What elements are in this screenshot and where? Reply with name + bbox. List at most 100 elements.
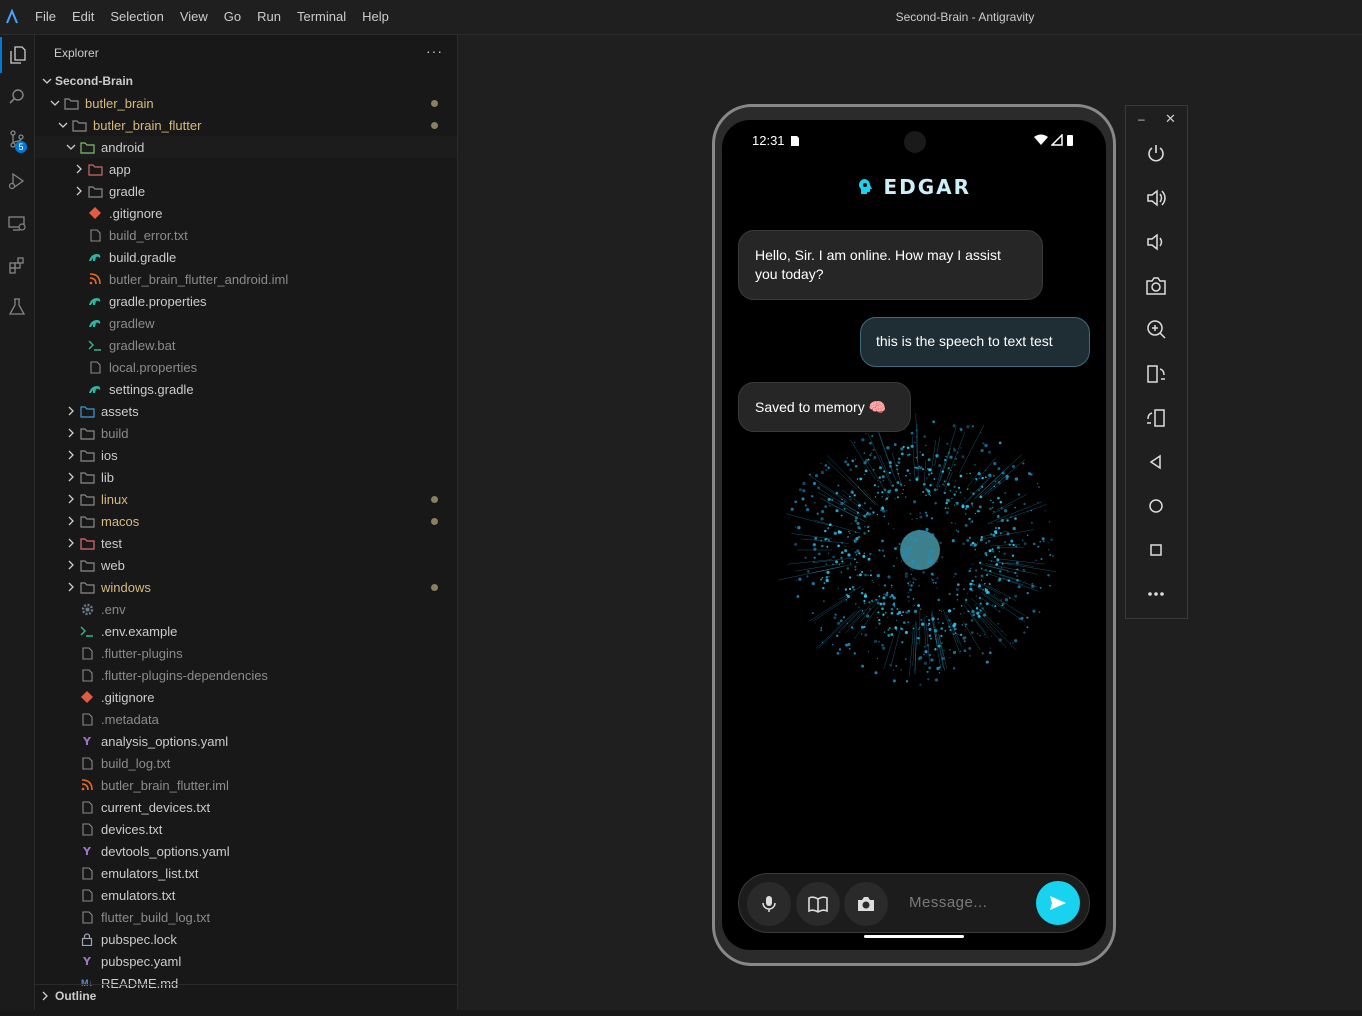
tree-file[interactable]: flutter_build_log.txt	[35, 906, 457, 928]
tree-spacer	[71, 205, 87, 221]
tree-folder[interactable]: linux	[35, 488, 457, 510]
rotate-left-button[interactable]	[1143, 361, 1169, 387]
tree-file[interactable]: pubspec.lock	[35, 928, 457, 950]
book-icon	[808, 895, 828, 913]
message-input[interactable]: Message...	[909, 894, 987, 911]
more-button[interactable]	[1143, 581, 1169, 607]
more-actions-icon[interactable]: ···	[426, 43, 443, 59]
activity-source-control[interactable]: 5	[0, 121, 34, 157]
activity-extensions[interactable]	[0, 247, 34, 283]
tree-spacer	[71, 337, 87, 353]
modified-indicator	[431, 122, 438, 129]
tree-file[interactable]: Yanalysis_options.yaml	[35, 730, 457, 752]
outline-section[interactable]: Outline	[35, 984, 457, 1007]
tree-file[interactable]: butler_brain_flutter_android.iml	[35, 268, 457, 290]
menu-go[interactable]: Go	[216, 0, 249, 34]
tree-file[interactable]: Ypubspec.yaml	[35, 950, 457, 972]
tree-spacer	[71, 315, 87, 331]
workspace-root[interactable]: Second-Brain	[35, 70, 457, 92]
overview-button[interactable]	[1143, 537, 1169, 563]
back-button[interactable]	[1143, 449, 1169, 475]
yaml-icon: Y	[79, 733, 95, 749]
tree-file[interactable]: .gitignore	[35, 686, 457, 708]
testing-icon	[7, 297, 27, 317]
tree-file[interactable]: gradle.properties	[35, 290, 457, 312]
camera-button[interactable]	[844, 882, 888, 926]
tree-file[interactable]: Ydevtools_options.yaml	[35, 840, 457, 862]
menu-file[interactable]: File	[27, 0, 64, 34]
activity-run-debug[interactable]	[0, 163, 34, 199]
tree-folder[interactable]: lib	[35, 466, 457, 488]
close-button[interactable]: ✕	[1165, 111, 1176, 127]
tree-file[interactable]: local.properties	[35, 356, 457, 378]
tree-file[interactable]: .gitignore	[35, 202, 457, 224]
tree-folder[interactable]: macos	[35, 510, 457, 532]
file-icon	[79, 821, 95, 837]
gear-icon	[79, 601, 95, 617]
chevron-right-icon	[63, 535, 79, 551]
menu-terminal[interactable]: Terminal	[289, 0, 354, 34]
explorer-icon	[8, 45, 28, 65]
zoom-button[interactable]	[1143, 316, 1169, 342]
volume-down-button[interactable]	[1143, 229, 1169, 255]
volume-up-button[interactable]	[1143, 185, 1169, 211]
minimize-button[interactable]: –	[1138, 112, 1145, 126]
menu-help[interactable]: Help	[354, 0, 397, 34]
tree-folder[interactable]: butler_brain_flutter	[35, 114, 457, 136]
tree-folder[interactable]: web	[35, 554, 457, 576]
tree-file[interactable]: build.gradle	[35, 246, 457, 268]
tree-file[interactable]: .flutter-plugins	[35, 642, 457, 664]
tree-file[interactable]: build_log.txt	[35, 752, 457, 774]
tree-item-label: devtools_options.yaml	[101, 844, 230, 859]
tree-file[interactable]: build_error.txt	[35, 224, 457, 246]
menu-view[interactable]: View	[172, 0, 216, 34]
home-indicator[interactable]	[864, 935, 964, 938]
tree-folder[interactable]: build	[35, 422, 457, 444]
menu-run[interactable]: Run	[249, 0, 289, 34]
tree-item-label: butler_brain	[85, 96, 154, 111]
tree-file[interactable]: emulators.txt	[35, 884, 457, 906]
tree-file[interactable]: gradlew.bat	[35, 334, 457, 356]
tree-file[interactable]: devices.txt	[35, 818, 457, 840]
rotate-right-button[interactable]	[1143, 405, 1169, 431]
tree-folder[interactable]: gradle	[35, 180, 457, 202]
tree-file[interactable]: .metadata	[35, 708, 457, 730]
activity-search[interactable]	[0, 79, 34, 115]
brain-head-icon	[857, 178, 873, 196]
book-button[interactable]	[796, 882, 840, 926]
activity-explorer[interactable]	[0, 37, 34, 73]
extensions-icon	[7, 255, 27, 275]
tree-spacer	[71, 249, 87, 265]
tree-spacer	[63, 821, 79, 837]
tree-file[interactable]: settings.gradle	[35, 378, 457, 400]
tree-folder[interactable]: ios	[35, 444, 457, 466]
tree-spacer	[63, 953, 79, 969]
tree-folder[interactable]: app	[35, 158, 457, 180]
power-button[interactable]	[1143, 141, 1169, 167]
tree-file[interactable]: emulators_list.txt	[35, 862, 457, 884]
activity-testing[interactable]	[0, 289, 34, 325]
overview-icon	[1145, 539, 1167, 561]
activity-remote-explorer[interactable]	[0, 205, 34, 241]
status-icons	[1034, 134, 1074, 146]
send-button[interactable]	[1036, 881, 1080, 925]
tree-folder[interactable]: android	[35, 136, 457, 158]
phone-screen[interactable]: 12:31 EDGAR Hello, Sir. I am online. How…	[722, 120, 1106, 950]
tree-folder[interactable]: test	[35, 532, 457, 554]
remote-explorer-icon	[7, 213, 27, 233]
home-button[interactable]	[1143, 493, 1169, 519]
tree-file[interactable]: current_devices.txt	[35, 796, 457, 818]
microphone-button[interactable]	[747, 882, 791, 926]
menu-selection[interactable]: Selection	[102, 0, 171, 34]
tree-folder[interactable]: butler_brain	[35, 92, 457, 114]
tree-file[interactable]: .env	[35, 598, 457, 620]
screenshot-button[interactable]	[1143, 273, 1169, 299]
menu-edit[interactable]: Edit	[64, 0, 102, 34]
tree-folder[interactable]: windows	[35, 576, 457, 598]
tree-folder[interactable]: assets	[35, 400, 457, 422]
tree-file[interactable]: gradlew	[35, 312, 457, 334]
tree-file[interactable]: .flutter-plugins-dependencies	[35, 664, 457, 686]
tree-file[interactable]: .env.example	[35, 620, 457, 642]
tree-file[interactable]: butler_brain_flutter.iml	[35, 774, 457, 796]
more-icon	[1145, 583, 1167, 605]
